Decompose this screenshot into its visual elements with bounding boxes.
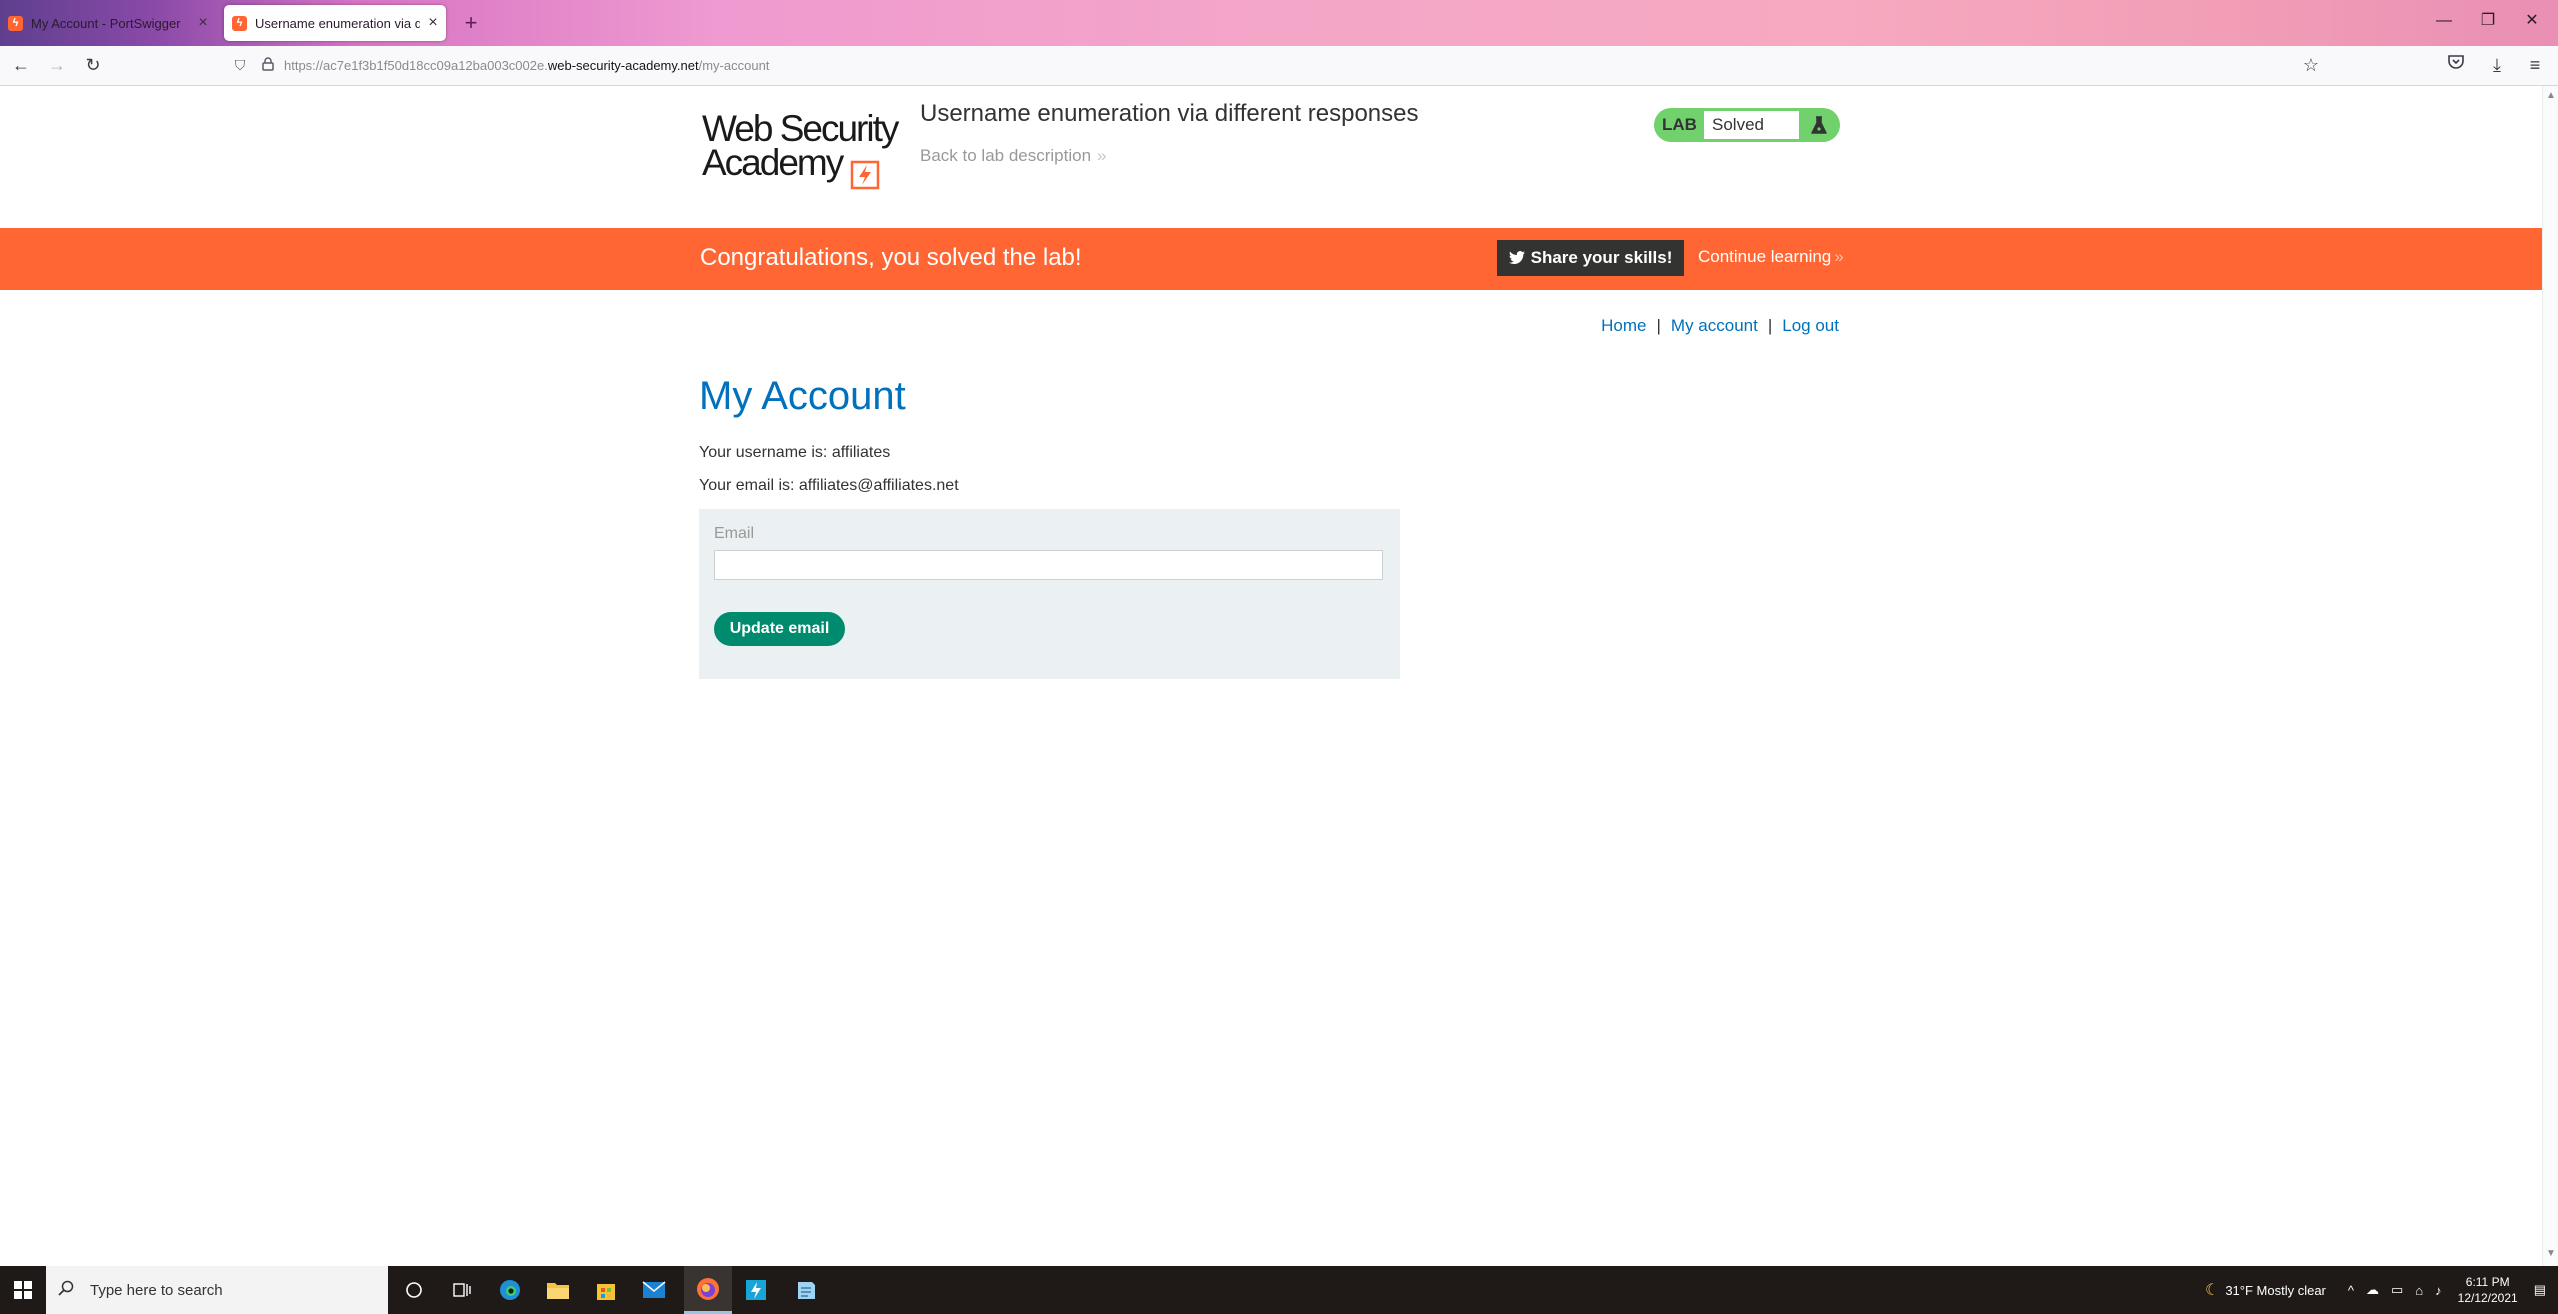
lab-status-widget: LAB Solved	[1654, 108, 1840, 142]
account-navigation: Home | My account | Log out	[1601, 316, 1839, 336]
weather-info[interactable]: 31°F Mostly clear	[2225, 1283, 2326, 1298]
mail-icon[interactable]	[630, 1266, 678, 1314]
forward-arrow-icon[interactable]: →	[42, 50, 72, 80]
browser-navigation-bar: ← → ↻ ⛉ https://ac7e1f3b1f50d18cc09a12ba…	[0, 46, 2558, 86]
close-tab-icon[interactable]: ×	[420, 14, 446, 32]
logo-lightning-icon	[850, 160, 880, 190]
tracking-shield-icon[interactable]: ⛉	[228, 57, 252, 74]
tab-title: Username enumeration via diffe	[255, 15, 420, 31]
system-tray: ☾ 31°F Mostly clear ^ ☁ ▭ ⌂ ♪ 6:11 PM 12…	[2205, 1266, 2558, 1314]
double-chevron-right-icon: »	[1834, 247, 1844, 266]
taskbar-search-box[interactable]: Type here to search	[46, 1266, 388, 1314]
burp-suite-icon[interactable]	[732, 1266, 780, 1314]
restore-window-icon[interactable]: ❐	[2470, 6, 2506, 36]
update-email-button[interactable]: Update email	[714, 612, 845, 646]
windows-logo-icon	[14, 1281, 32, 1299]
search-icon	[58, 1280, 80, 1300]
share-your-skills-button[interactable]: Share your skills!	[1497, 240, 1684, 276]
minimize-window-icon[interactable]: —	[2426, 6, 2462, 36]
reload-icon[interactable]: ↻	[78, 50, 108, 80]
continue-learning-label: Continue learning	[1698, 247, 1832, 266]
bookmark-star-icon[interactable]: ☆	[2296, 50, 2326, 80]
nav-separator: |	[1656, 316, 1661, 335]
address-bar[interactable]: ⛉ https://ac7e1f3b1f50d18cc09a12ba003c00…	[228, 51, 2328, 79]
log-out-link[interactable]: Log out	[1782, 316, 1839, 335]
onedrive-icon[interactable]: ☁	[2366, 1282, 2379, 1298]
browser-tab-my-account[interactable]: ϟ My Account - PortSwigger ×	[0, 5, 216, 41]
cortana-icon[interactable]	[390, 1266, 438, 1314]
portswigger-favicon-icon: ϟ	[232, 15, 247, 31]
page-title: My Account	[699, 374, 906, 418]
firefox-icon[interactable]	[684, 1266, 732, 1314]
volume-icon[interactable]: ♪	[2435, 1283, 2442, 1298]
battery-icon[interactable]: ▭	[2391, 1282, 2403, 1298]
lock-icon[interactable]	[256, 56, 280, 74]
my-account-link[interactable]: My account	[1671, 316, 1758, 335]
back-arrow-icon[interactable]: ←	[6, 50, 36, 80]
windows-start-button[interactable]	[0, 1266, 46, 1314]
portswigger-favicon-icon: ϟ	[8, 15, 23, 31]
congratulations-message: Congratulations, you solved the lab!	[700, 244, 1082, 271]
web-security-academy-logo[interactable]: Web Security Academy	[700, 108, 902, 190]
clock-date: 12/12/2021	[2457, 1291, 2518, 1305]
double-chevron-right-icon: »	[1097, 146, 1107, 165]
email-field-label: Email	[714, 525, 755, 542]
lab-solved-banner: Congratulations, you solved the lab! Sha…	[0, 228, 2558, 290]
tab-title: My Account - PortSwigger	[31, 15, 181, 31]
page-scrollbar[interactable]: ▲ ▼	[2542, 86, 2558, 1266]
logo-line-2: Academy	[702, 142, 844, 183]
lab-title: Username enumeration via different respo…	[920, 100, 1419, 127]
flask-icon	[1811, 116, 1827, 134]
scroll-down-arrow-icon[interactable]: ▼	[2546, 1248, 2556, 1259]
page-content: Web Security Academy Username enumeratio…	[0, 86, 2558, 1266]
microsoft-store-icon[interactable]	[582, 1266, 630, 1314]
menu-hamburger-icon[interactable]: ≡	[2520, 50, 2550, 80]
back-link-label: Back to lab description	[920, 146, 1092, 165]
share-button-label: Share your skills!	[1530, 248, 1673, 267]
clock-time: 6:11 PM	[2465, 1275, 2510, 1289]
update-email-form: Email Update email	[699, 509, 1400, 679]
taskbar-clock[interactable]: 6:11 PM 12/12/2021	[2458, 1274, 2518, 1306]
show-hidden-icons-chevron-icon[interactable]: ^	[2348, 1283, 2354, 1298]
home-link[interactable]: Home	[1601, 316, 1646, 335]
notepad-icon[interactable]	[782, 1266, 830, 1314]
task-view-icon[interactable]	[438, 1266, 486, 1314]
browser-tab-bar: ϟ My Account - PortSwigger × ϟ Username …	[0, 0, 2558, 46]
nav-separator: |	[1767, 316, 1773, 335]
downloads-icon[interactable]: ⤓	[2482, 50, 2512, 80]
lab-badge: LAB	[1662, 115, 1697, 134]
pocket-icon[interactable]	[2441, 50, 2471, 80]
url-prefix: https://ac7e1f3b1f50d18cc09a12ba003c002e…	[284, 57, 548, 73]
network-icon[interactable]: ⌂	[2415, 1283, 2423, 1298]
browser-tab-lab[interactable]: ϟ Username enumeration via diffe ×	[224, 5, 446, 41]
username-info: Your username is: affiliates	[699, 444, 891, 461]
close-window-icon[interactable]: ✕	[2514, 6, 2550, 36]
lab-status-text: Solved	[1704, 111, 1799, 139]
new-tab-plus-icon[interactable]: +	[456, 8, 486, 38]
notifications-icon[interactable]: ▤	[2534, 1282, 2546, 1298]
file-explorer-icon[interactable]	[534, 1266, 582, 1314]
search-placeholder: Type here to search	[90, 1281, 223, 1299]
weather-moon-icon[interactable]: ☾	[2205, 1280, 2219, 1300]
url-path: /my-account	[698, 57, 770, 73]
back-to-lab-description-link[interactable]: Back to lab description »	[920, 146, 1107, 166]
close-tab-icon[interactable]: ×	[190, 14, 216, 32]
edge-browser-icon[interactable]	[486, 1266, 534, 1314]
scroll-up-arrow-icon[interactable]: ▲	[2546, 90, 2556, 101]
email-info: Your email is: affiliates@affiliates.net	[699, 477, 959, 494]
windows-taskbar: Type here to search ☾ 31°F Mostly clear …	[0, 1266, 2558, 1314]
url-host: web-security-academy.net	[547, 57, 699, 73]
twitter-icon	[1508, 251, 1525, 265]
email-field[interactable]	[714, 550, 1383, 580]
continue-learning-link[interactable]: Continue learning»	[1698, 247, 1844, 267]
